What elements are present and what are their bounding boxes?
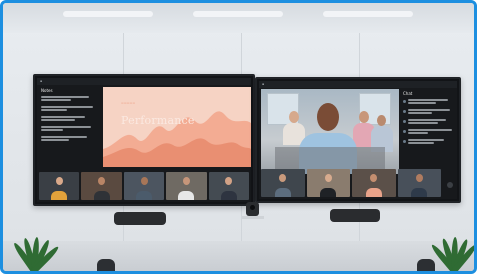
participant-tile[interactable] [123,172,165,200]
ceiling [3,3,474,33]
camera-shelf [242,216,264,219]
ceiling-light [63,11,153,17]
participant-tile[interactable] [397,169,441,197]
ceiling-light [193,11,283,17]
background-person [359,111,369,123]
participant-tile[interactable] [306,169,350,197]
more-options-icon[interactable] [447,182,453,188]
note-item [41,96,101,102]
participant-tile[interactable] [352,169,396,197]
note-item [41,106,101,112]
conference-camera [246,202,259,216]
meeting-app-icon: ▪ [262,82,265,86]
right-screen: ▪ Chat [259,81,457,199]
background-person [377,115,386,126]
right-display: ▪ Chat [255,77,461,203]
left-display: ▪ Notes ▬▬▬▬▬ Performance [33,74,255,206]
note-item [41,126,101,132]
participant-gallery [39,172,250,200]
chat-title: Chat [403,91,413,96]
right-soundbar [330,209,380,222]
chat-message [403,99,455,106]
participant-tile[interactable] [261,169,305,197]
chat-message [403,139,455,146]
chat-panel: Chat [401,89,455,165]
participant-tile[interactable] [208,172,250,200]
right-plant [429,231,474,271]
slide-area-chart [103,111,251,167]
background-person [289,111,299,123]
meeting-top-bar: ▪ [37,78,251,85]
notes-title: Notes [41,88,53,93]
chair [97,259,115,271]
chat-message [403,109,455,116]
active-speaker-video [261,89,399,174]
participant-tile[interactable] [166,172,207,200]
chat-message [403,119,455,126]
slide-subtitle-line: ▬▬▬▬▬ [121,101,136,105]
participant-tile[interactable] [81,172,122,200]
note-item [41,136,101,142]
shared-slide: ▬▬▬▬▬ Performance [103,87,251,167]
floor [3,241,474,271]
left-soundbar [114,212,166,225]
ceiling-light [323,11,413,17]
speaker-head [317,103,339,131]
slide-title: Performance [121,114,195,127]
participant-gallery [261,169,441,197]
meeting-app-icon: ▪ [40,79,43,83]
left-screen: ▪ Notes ▬▬▬▬▬ Performance [37,78,251,202]
chat-message [403,129,455,136]
left-plant [12,231,61,271]
camera-lens-icon [250,205,255,210]
meeting-top-bar: ▪ [259,81,457,88]
scene-frame: ▪ Notes ▬▬▬▬▬ Performance ▪ Chat [0,0,477,274]
chair [417,259,435,271]
participant-tile[interactable] [39,172,80,200]
notes-panel: Notes [39,86,101,168]
note-item [41,116,101,122]
